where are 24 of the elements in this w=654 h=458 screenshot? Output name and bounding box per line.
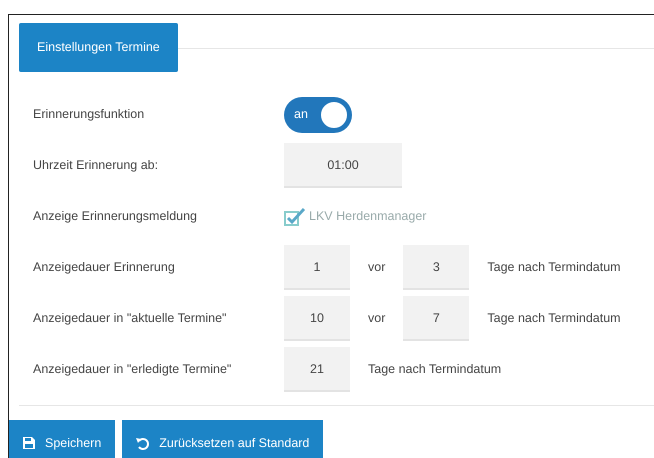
- input-field[interactable]: 10: [284, 296, 350, 341]
- unit-label: Tage nach Termindatum: [368, 361, 502, 378]
- unit-label: Tage nach Termindatum: [487, 259, 621, 276]
- field-label: Anzeige Erinnerungsmeldung: [33, 208, 198, 226]
- unit-label: Tage nach Termindatum: [487, 310, 621, 328]
- save-icon: [23, 437, 35, 449]
- field-label: Uhrzeit Erinnerung ab:: [33, 157, 160, 174]
- field-label: Anzeigedauer in "erledigte Termine": [33, 361, 232, 378]
- field-label: Erinnerungsfunktion: [33, 106, 146, 124]
- input-field[interactable]: 3: [403, 245, 470, 290]
- field-label: Anzeigedauer Erinnerung: [33, 259, 176, 276]
- settings-tab[interactable]: Einstellungen Termine: [19, 23, 178, 72]
- toggle-switch[interactable]: an: [284, 96, 352, 132]
- checkbox-icon: [284, 208, 306, 226]
- input-field[interactable]: 7: [403, 296, 470, 341]
- undo-icon: [136, 436, 150, 450]
- input-field[interactable]: 21: [284, 347, 350, 392]
- input-field[interactable]: 1: [284, 245, 350, 290]
- action-button[interactable]: Zurücksetzen auf Standard: [122, 420, 324, 458]
- unit-label: vor: [368, 259, 386, 276]
- input-field[interactable]: 01:00: [284, 143, 402, 188]
- field-label: Anzeigedauer in "aktuelle Termine": [33, 310, 228, 328]
- unit-label: vor: [368, 310, 386, 328]
- action-button[interactable]: Speichern: [9, 420, 116, 458]
